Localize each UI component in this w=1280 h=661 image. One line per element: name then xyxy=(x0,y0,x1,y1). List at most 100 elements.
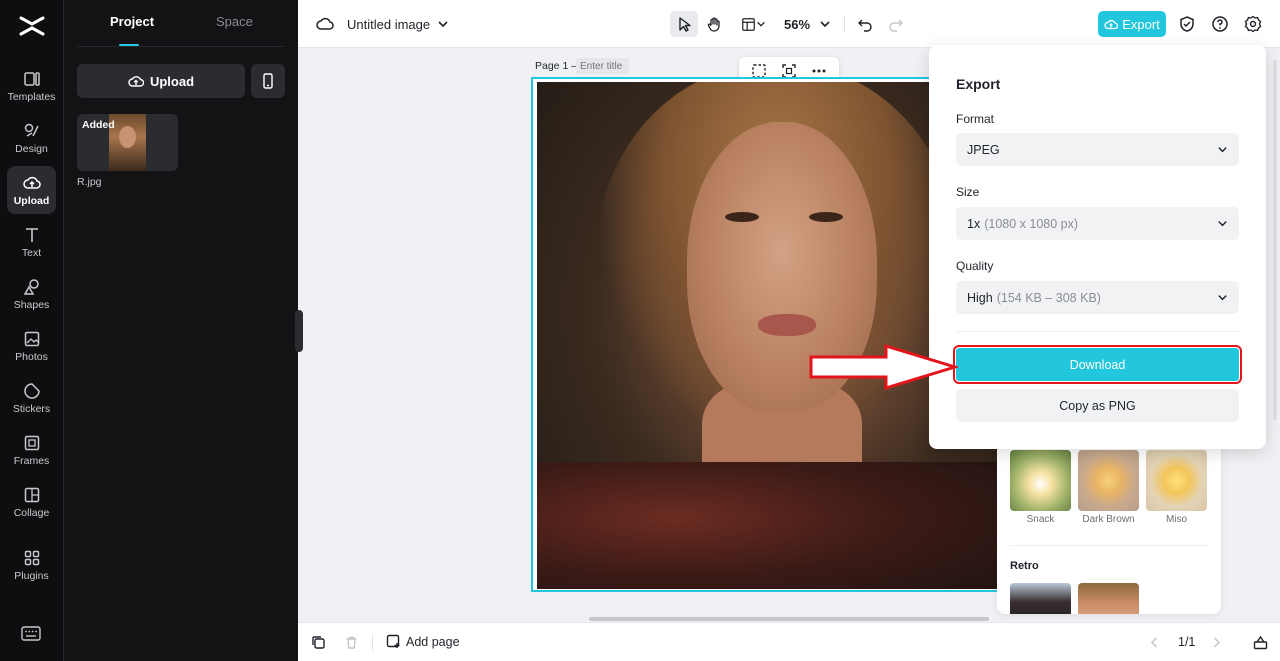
delete-page-icon[interactable] xyxy=(344,635,359,650)
size-detail: (1080 x 1080 px) xyxy=(984,216,1079,231)
rail-item-shapes[interactable]: Shapes xyxy=(7,270,56,318)
cloud-sync-icon[interactable] xyxy=(316,15,334,33)
undo-icon xyxy=(857,19,872,32)
page-manager-icon[interactable] xyxy=(1253,635,1268,650)
chevron-down-icon[interactable] xyxy=(437,18,449,30)
rail-item-stickers[interactable]: Stickers xyxy=(7,374,56,422)
bottom-bar: Add page 1/1 xyxy=(298,622,1280,661)
filter-divider xyxy=(1010,545,1208,546)
rail-item-collage[interactable]: Collage xyxy=(7,478,56,526)
filter-label: Snack xyxy=(1026,514,1055,525)
rail-label: Shapes xyxy=(13,298,50,311)
add-page-label: Add page xyxy=(406,634,460,649)
asset-thumbnail[interactable]: Added xyxy=(77,114,178,171)
layout-icon xyxy=(741,17,755,31)
phone-icon xyxy=(263,73,273,89)
rail-label: Templates xyxy=(7,90,56,103)
rail-item-plugins[interactable]: Plugins xyxy=(7,541,56,589)
size-value: 1x xyxy=(967,216,981,231)
export-divider xyxy=(956,331,1239,332)
text-icon xyxy=(25,227,38,242)
vertical-scrollbar[interactable] xyxy=(1273,60,1277,420)
format-value: JPEG xyxy=(967,142,1000,157)
next-page-icon[interactable] xyxy=(1209,635,1224,650)
chevron-down-icon[interactable] xyxy=(819,18,831,30)
plugins-icon xyxy=(24,550,39,565)
left-rail: Templates Design Upload Text Shapes Phot… xyxy=(0,0,64,661)
rail-item-photos[interactable]: Photos xyxy=(7,322,56,370)
help-icon[interactable] xyxy=(1211,15,1229,33)
layout-tool-button[interactable] xyxy=(735,11,771,37)
keyboard-icon[interactable] xyxy=(20,624,42,644)
previous-page-icon[interactable] xyxy=(1147,635,1162,650)
collage-icon xyxy=(24,487,39,502)
zoom-level[interactable]: 56% xyxy=(784,17,810,32)
upload-cloud-icon xyxy=(22,176,41,189)
project-panel: Project Space Upload Added R.jpg xyxy=(64,0,298,661)
tab-space[interactable]: Space xyxy=(216,14,253,29)
add-page-icon xyxy=(386,634,400,648)
toolbar-separator xyxy=(844,16,845,32)
rail-label: Upload xyxy=(13,194,50,207)
rail-label: Collage xyxy=(13,506,50,519)
add-page-button[interactable]: Add page xyxy=(386,634,460,649)
chevron-down-icon xyxy=(756,21,765,27)
chevron-down-icon xyxy=(1218,147,1227,153)
page-title-input[interactable] xyxy=(576,58,629,74)
undo-button[interactable] xyxy=(851,11,879,37)
rail-label: Stickers xyxy=(12,402,51,415)
retro-section-title: Retro xyxy=(1010,560,1039,572)
rail-item-templates[interactable]: Templates xyxy=(7,62,56,110)
panel-collapse-handle[interactable] xyxy=(295,310,303,352)
quality-detail: (154 KB – 308 KB) xyxy=(996,290,1101,305)
retro-thumb[interactable] xyxy=(1010,583,1071,614)
rail-label: Design xyxy=(15,142,48,155)
filter-thumb-dark-brown[interactable] xyxy=(1078,450,1139,511)
upload-cloud-icon xyxy=(128,76,144,87)
hand-tool-button[interactable] xyxy=(700,11,728,37)
export-dialog: Export Format JPEG Size 1x (1080 x 1080 … xyxy=(929,45,1266,449)
quality-select[interactable]: High (154 KB – 308 KB) xyxy=(956,281,1239,314)
cursor-icon xyxy=(678,16,691,32)
export-button[interactable]: Export xyxy=(1098,11,1166,37)
rail-item-frames[interactable]: Frames xyxy=(7,426,56,474)
size-select[interactable]: 1x (1080 x 1080 px) xyxy=(956,207,1239,240)
document-title[interactable]: Untitled image xyxy=(347,17,430,32)
rail-item-design[interactable]: Design xyxy=(7,114,56,162)
photos-icon xyxy=(24,331,39,346)
redo-button[interactable] xyxy=(881,11,909,37)
format-label: Format xyxy=(956,112,995,126)
shield-icon[interactable] xyxy=(1178,15,1196,33)
export-button-label: Export xyxy=(1122,16,1160,32)
download-button[interactable]: Download xyxy=(953,345,1242,384)
quality-label: Quality xyxy=(956,259,994,273)
retro-thumb[interactable] xyxy=(1078,583,1139,614)
tab-project[interactable]: Project xyxy=(110,14,154,29)
copy-as-png-button[interactable]: Copy as PNG xyxy=(956,389,1239,422)
chevron-down-icon xyxy=(1218,295,1227,301)
design-icon xyxy=(24,123,39,137)
horizontal-scrollbar[interactable] xyxy=(589,617,989,621)
rail-label: Frames xyxy=(13,454,50,467)
capcut-logo-icon[interactable] xyxy=(18,14,46,38)
page-label: Page 1 – xyxy=(535,60,578,72)
upload-from-phone-button[interactable] xyxy=(251,64,285,98)
filter-thumb-snack[interactable] xyxy=(1010,450,1071,511)
duplicate-page-icon[interactable] xyxy=(311,635,326,650)
filter-thumb-miso[interactable] xyxy=(1146,450,1207,511)
format-select[interactable]: JPEG xyxy=(956,133,1239,166)
page-counter: 1/1 xyxy=(1178,635,1196,649)
rail-item-upload[interactable]: Upload xyxy=(7,166,56,214)
rail-item-text[interactable]: Text xyxy=(7,218,56,266)
gear-icon[interactable] xyxy=(1244,15,1262,33)
filters-panel: Snack Dark Brown Miso Retro xyxy=(997,430,1221,614)
redo-icon xyxy=(888,19,903,32)
select-tool-button[interactable] xyxy=(670,11,698,37)
chevron-down-icon xyxy=(1218,221,1227,227)
rail-label: Plugins xyxy=(14,569,49,582)
tab-divider xyxy=(77,46,285,47)
frames-icon xyxy=(24,435,39,450)
hand-icon xyxy=(707,16,720,32)
annotation-arrow-icon xyxy=(809,343,958,391)
upload-button[interactable]: Upload xyxy=(77,64,245,98)
